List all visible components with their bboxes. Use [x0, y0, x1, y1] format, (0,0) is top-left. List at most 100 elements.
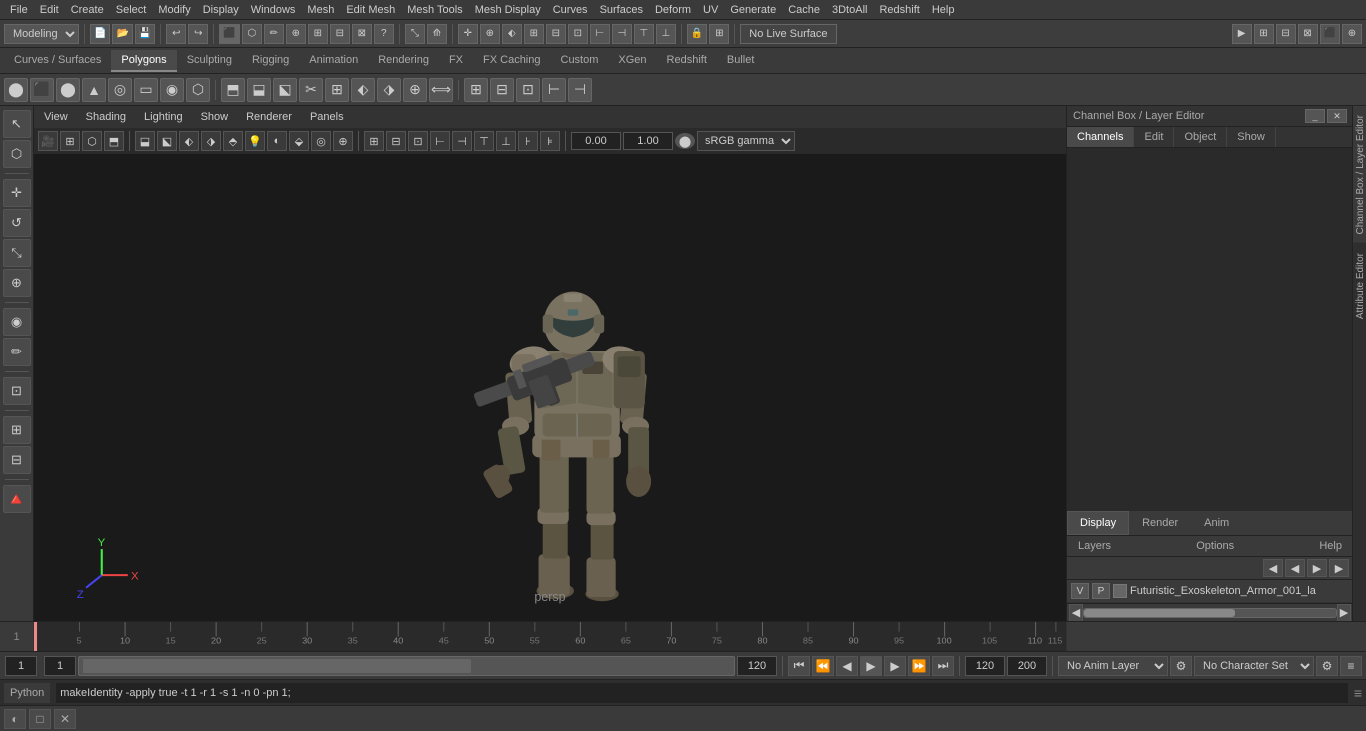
poly-boolean-btn[interactable]: ⊕ [403, 78, 427, 102]
snap4-btn[interactable]: ⊠ [352, 24, 372, 44]
poly-platonic-btn[interactable]: ⬡ [186, 78, 210, 102]
tab-custom[interactable]: Custom [551, 50, 609, 72]
workspace-selector[interactable]: Modeling [4, 24, 79, 44]
paint-sel-btn[interactable]: ✏ [264, 24, 284, 44]
tab-redshift[interactable]: Redshift [657, 50, 717, 72]
menu-uv[interactable]: UV [697, 2, 724, 18]
menu-redshift[interactable]: Redshift [873, 2, 925, 18]
layer-prev-btn[interactable]: ◀ [1263, 559, 1283, 577]
vp-dof-btn[interactable]: ⊣ [452, 131, 472, 151]
tab-xgen[interactable]: XGen [608, 50, 656, 72]
menu-mesh-display[interactable]: Mesh Display [469, 2, 547, 18]
layer-tab-display[interactable]: Display [1067, 511, 1129, 535]
rp-minimize-btn[interactable]: _ [1305, 109, 1325, 123]
tab-bullet[interactable]: Bullet [717, 50, 765, 72]
lock-btn[interactable]: 🔒 [687, 24, 707, 44]
vp-xray-btn[interactable]: ◎ [311, 131, 331, 151]
poly-mirror-btn[interactable]: ⟺ [429, 78, 453, 102]
vp-fit-btn[interactable]: ⊞ [60, 131, 80, 151]
vp-light-btn[interactable]: 💡 [245, 131, 265, 151]
menu-mesh-tools[interactable]: Mesh Tools [401, 2, 468, 18]
lasso-btn[interactable]: ⬡ [242, 24, 262, 44]
universal-btn[interactable]: ⊕ [3, 269, 31, 297]
menu-help[interactable]: Help [926, 2, 961, 18]
cb-tab-show[interactable]: Show [1227, 127, 1276, 147]
vp-grid-btn[interactable]: ⊞ [364, 131, 384, 151]
menu-edit-mesh[interactable]: Edit Mesh [340, 2, 401, 18]
vp-menu-view[interactable]: View [40, 109, 72, 125]
undo-btn[interactable]: ↩ [166, 24, 186, 44]
menu-create[interactable]: Create [65, 2, 110, 18]
poly-cone-btn[interactable]: ▲ [82, 78, 106, 102]
vp-color-btn[interactable]: ⬤ [675, 133, 695, 149]
menu-cache[interactable]: Cache [782, 2, 826, 18]
layer-scroll-right-btn[interactable]: ▶ [1337, 604, 1351, 622]
move-btn[interactable]: ✛ [3, 179, 31, 207]
layer-prev2-btn[interactable]: ◀ [1285, 559, 1305, 577]
snap11-btn[interactable]: ⊥ [656, 24, 676, 44]
menu-mesh[interactable]: Mesh [301, 2, 340, 18]
menu-3dtoll[interactable]: 3DtoAll [826, 2, 873, 18]
attribute-editor-side-tab[interactable]: Attribute Editor [1353, 245, 1366, 327]
anim-settings2-btn[interactable]: ≡ [1340, 656, 1362, 676]
poly-extrude-btn[interactable]: ⬒ [221, 78, 245, 102]
char-set-select[interactable]: No Character Set [1194, 656, 1314, 676]
vp-iso-btn[interactable]: ⊕ [333, 131, 353, 151]
soft-sel-btn[interactable]: ◉ [3, 308, 31, 336]
next-frame-btn[interactable]: ▶ [884, 656, 906, 676]
redo-btn[interactable]: ↪ [188, 24, 208, 44]
vp-sel2-btn[interactable]: ⊥ [496, 131, 516, 151]
tab-fx[interactable]: FX [439, 50, 473, 72]
vp-colorspace-select[interactable]: sRGB gamma [697, 131, 795, 151]
poly-cube-btn[interactable]: ⬛ [30, 78, 54, 102]
lasso-select-btn[interactable]: ⬡ [3, 140, 31, 168]
poly-crease-btn[interactable]: ⊣ [568, 78, 592, 102]
anim-layer-settings-btn[interactable]: ⚙ [1170, 656, 1192, 676]
render-btn[interactable]: ▶ [1232, 24, 1252, 44]
menu-select[interactable]: Select [110, 2, 153, 18]
cb-tab-channels[interactable]: Channels [1067, 127, 1134, 147]
layer-scroll-left-btn[interactable]: ◀ [1069, 604, 1083, 622]
transform-btn[interactable]: ⤡ [405, 24, 425, 44]
vp-cam-btn[interactable]: ⊦ [518, 131, 538, 151]
vp-menu-panels[interactable]: Panels [306, 109, 348, 125]
vp-menu-renderer[interactable]: Renderer [242, 109, 296, 125]
poly-disk-btn[interactable]: ◉ [160, 78, 184, 102]
python-label[interactable]: Python [4, 683, 50, 703]
vp-shade4-btn[interactable]: ⬗ [201, 131, 221, 151]
cb-tab-edit[interactable]: Edit [1134, 127, 1174, 147]
vp-ao-btn[interactable]: ⬙ [289, 131, 309, 151]
menu-windows[interactable]: Windows [245, 2, 302, 18]
layer-scrollbar-thumb[interactable] [1084, 609, 1235, 617]
rotate-tool-btn[interactable]: ⊕ [480, 24, 500, 44]
menu-display[interactable]: Display [197, 2, 245, 18]
poly-connect-btn[interactable]: ⊞ [325, 78, 349, 102]
render5-btn[interactable]: ⬛ [1320, 24, 1340, 44]
go-start-btn[interactable]: ⏮ [788, 656, 810, 676]
vp-menu-shading[interactable]: Shading [82, 109, 130, 125]
layer-next-btn[interactable]: ▶ [1307, 559, 1327, 577]
viewport-icon[interactable]: ◐ [4, 709, 26, 729]
open-file-btn[interactable]: 📂 [112, 24, 132, 44]
layer-tab-anim[interactable]: Anim [1191, 511, 1242, 535]
help-tool-btn[interactable]: ? [374, 24, 394, 44]
prev-frame-btn[interactable]: ◀ [836, 656, 858, 676]
vp-hud-btn[interactable]: ⊟ [386, 131, 406, 151]
frame-end2-field[interactable] [965, 656, 1005, 676]
tab-curves-surfaces[interactable]: Curves / Surfaces [4, 50, 111, 72]
current-frame-field[interactable] [5, 656, 37, 676]
vp-mb-btn[interactable]: ⊤ [474, 131, 494, 151]
cb-tab-object[interactable]: Object [1174, 127, 1227, 147]
tab-polygons[interactable]: Polygons [111, 50, 176, 72]
vp-res-btn[interactable]: ⊡ [408, 131, 428, 151]
channel-box-side-tab[interactable]: Channel Box / Layer Editor [1353, 106, 1366, 243]
vp-field1[interactable] [571, 132, 621, 150]
vp-wire-btn[interactable]: ⬒ [104, 131, 124, 151]
play-fwd-btn[interactable]: ▶ [860, 656, 882, 676]
poly-fill-btn[interactable]: ⬕ [273, 78, 297, 102]
vp-shade1-btn[interactable]: ⬓ [135, 131, 155, 151]
scale-tool-btn[interactable]: ⬖ [502, 24, 522, 44]
layer-next2-btn[interactable]: ▶ [1329, 559, 1349, 577]
close-icon[interactable]: ✕ [54, 709, 76, 729]
poly-slide-edge-btn[interactable]: ⊡ [516, 78, 540, 102]
